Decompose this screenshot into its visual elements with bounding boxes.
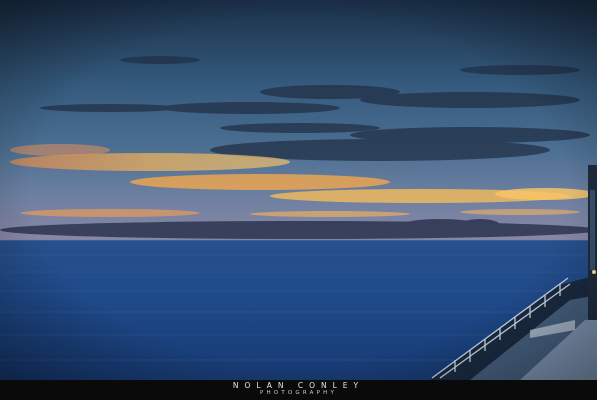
watermark-subtitle: PHOTOGRAPHY [259, 390, 338, 396]
sunset-ocean-photo [0, 0, 597, 380]
watermark-name: NOLAN CONLEY [232, 381, 365, 390]
vignette [0, 0, 597, 380]
photo-frame: NOLAN CONLEY PHOTOGRAPHY [0, 0, 597, 400]
